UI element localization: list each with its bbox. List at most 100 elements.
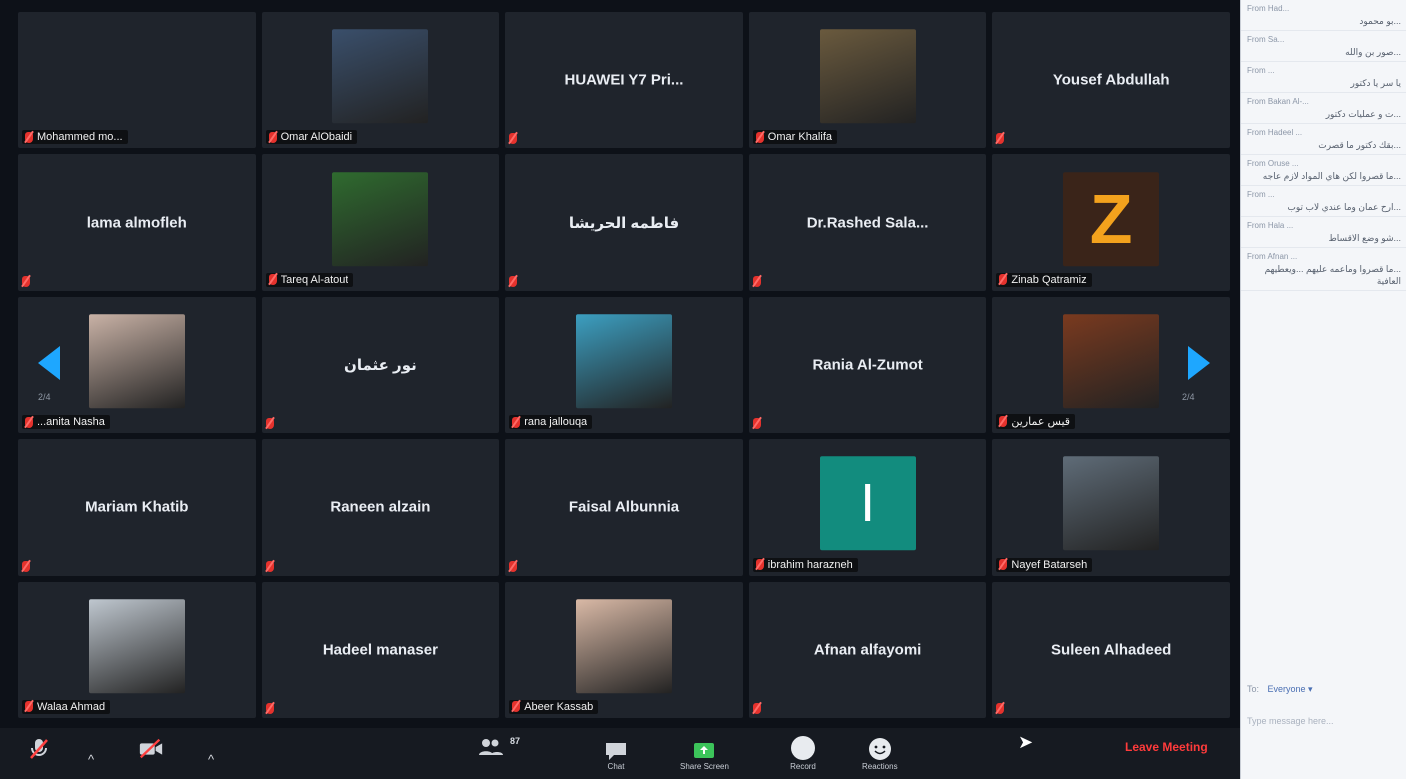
participant-name: Faisal Albunnia [568,498,680,516]
participant-tile[interactable]: Hadeel manaser [261,581,500,718]
muted-microphone-icon [996,133,1005,145]
muted-microphone-icon [999,559,1008,571]
participant-tile[interactable]: Z Zinab Qatramiz [992,154,1230,291]
start-video-button[interactable] [138,738,164,760]
mouse-pointer-icon: ➤ [1018,732,1034,752]
chat-to-label: To: [1247,684,1260,694]
participant-tile[interactable]: Raneen alzain [261,439,500,576]
participant-name: Yousef Abdullah [1052,71,1170,89]
chat-message-text: يا سر يا دكتور [1350,78,1401,88]
participant-tile[interactable]: Dr.Rashed Sala... [748,154,987,291]
participants-count: 87 [510,736,521,746]
muted-microphone-icon [755,131,764,143]
video-options-caret-icon[interactable]: ^ [208,752,214,767]
participant-photo [332,171,429,266]
participant-tile[interactable]: Mohammed mo... [18,12,256,149]
previous-page-arrow-icon[interactable] [38,346,60,380]
participant-photo [575,599,672,694]
participant-tile[interactable]: فاطمه الحريشا [505,154,743,291]
participant-name-label: Omar AlObaidi [265,130,358,145]
participant-name: Zinab Qatramiz [1011,273,1087,286]
share-screen-button[interactable]: Share Screen [680,740,729,771]
muted-microphone-icon [509,275,518,287]
participant-tile[interactable]: Tareq Al-atout [261,154,500,291]
muted-microphone-icon [755,559,764,571]
muted-microphone-icon [268,131,277,143]
participant-photo [332,29,429,124]
participant-name: rana jallouqa [524,416,588,429]
participant-photo [819,29,916,124]
chat-message-list: From Had... ...بو محمود From Sa... ...صور ب… [1241,0,1406,291]
muted-microphone-icon [996,702,1005,714]
participant-name: Rania Al-Zumot [812,356,923,374]
muted-microphone-icon [268,274,277,286]
muted-microphone-icon [752,275,761,287]
participant-name: Omar Khalifa [767,131,832,144]
participant-tile[interactable]: Omar Khalifa [748,12,987,149]
participant-tile[interactable]: rana jallouqa [505,296,743,434]
participant-mute-status [509,133,518,145]
participant-tile[interactable]: Nayef Batarseh [992,439,1230,576]
chat-message: From Sa... ...صور بن والله [1241,31,1406,62]
participant-mute-status [265,702,274,714]
participant-mute-status [752,275,761,287]
participant-grid: Mohammed mo... Omar AlObaidi HUAWEI Y7 Pri… [18,12,1230,718]
participant-mute-status [996,133,1005,145]
muted-microphone-icon [509,560,518,572]
leave-meeting-button[interactable]: Leave Meeting [1125,740,1208,754]
participant-tile[interactable]: HUAWEI Y7 Pri... [505,12,743,149]
participant-name: ...anita Nasha [37,416,105,429]
participant-photo [88,314,185,409]
reactions-icon [867,734,893,762]
chat-recipient-dropdown[interactable]: Everyone ▾ [1268,684,1313,694]
chat-message: From Hala ... ...شو وضع الاقساط [1241,217,1406,248]
participants-icon [478,736,504,758]
participant-tile[interactable]: Abeer Kassab [505,581,743,718]
participant-name: Suleen Alhadeed [1051,641,1172,659]
participant-name-label: Abeer Kassab [509,699,599,714]
participant-name: Abeer Kassab [524,700,594,713]
meeting-toolbar: ^ ^ 87 Chat Share Screen Record Reaction… [0,728,1240,779]
muted-microphone-icon [22,275,30,287]
participants-button[interactable] [478,736,504,758]
participant-name: Nayef Batarseh [1011,558,1088,571]
muted-microphone-icon [512,701,521,713]
chat-message-sender: From ... [1247,66,1275,75]
participant-tile[interactable]: Suleen Alhadeed [992,581,1230,718]
audio-options-caret-icon[interactable]: ^ [88,752,94,767]
participant-mute-status [265,560,274,572]
participant-tile[interactable]: Walaa Ahmad [18,581,256,718]
participant-tile[interactable]: Omar AlObaidi [261,12,500,149]
chat-message-text: ...ت و عمليات دكتور [1325,109,1401,119]
chat-message: From Had... ...بو محمود [1241,0,1406,31]
participant-tile[interactable]: نور عثمان [261,296,500,434]
share-screen-icon [691,740,717,762]
record-button[interactable]: Record [790,734,816,771]
reactions-button[interactable]: Reactions [862,734,898,771]
participant-name-label: Omar Khalifa [752,130,837,145]
chat-panel: From Had... ...بو محمود From Sa... ...صور ب… [1240,0,1406,779]
participant-tile[interactable]: Rania Al-Zumot [748,296,987,434]
microphone-off-icon [26,738,52,760]
participant-name-label: Tareq Al-atout [265,272,354,287]
participant-tile[interactable]: Iibrahim harazneh [748,439,987,576]
chat-button[interactable]: Chat [603,740,629,771]
mute-button[interactable] [26,738,52,760]
chat-message-sender: From Hadeel ... [1247,128,1303,137]
participant-name: قيس عمارين [1011,416,1071,429]
participant-tile[interactable]: Faisal Albunnia [505,439,743,576]
camera-off-icon [138,738,164,760]
chat-message-input[interactable]: Type message here... [1247,716,1397,726]
chat-message: From Hadeel ... ...بقك دكتور ما قصرت [1241,124,1406,155]
muted-microphone-icon [265,418,274,430]
participant-tile[interactable]: Mariam Khatib [18,439,256,576]
participant-photo [575,314,672,409]
participant-mute-status [509,560,518,572]
participant-tile[interactable]: lama almofleh [18,154,256,291]
participant-tile[interactable]: Afnan alfayomi [748,581,987,718]
participant-tile[interactable]: Yousef Abdullah [992,12,1230,149]
next-page-arrow-icon[interactable] [1188,346,1210,380]
participant-initial-avatar: I [819,456,916,551]
participant-mute-status [265,418,274,430]
chat-message-text: ...شو وضع الاقساط [1328,233,1401,243]
